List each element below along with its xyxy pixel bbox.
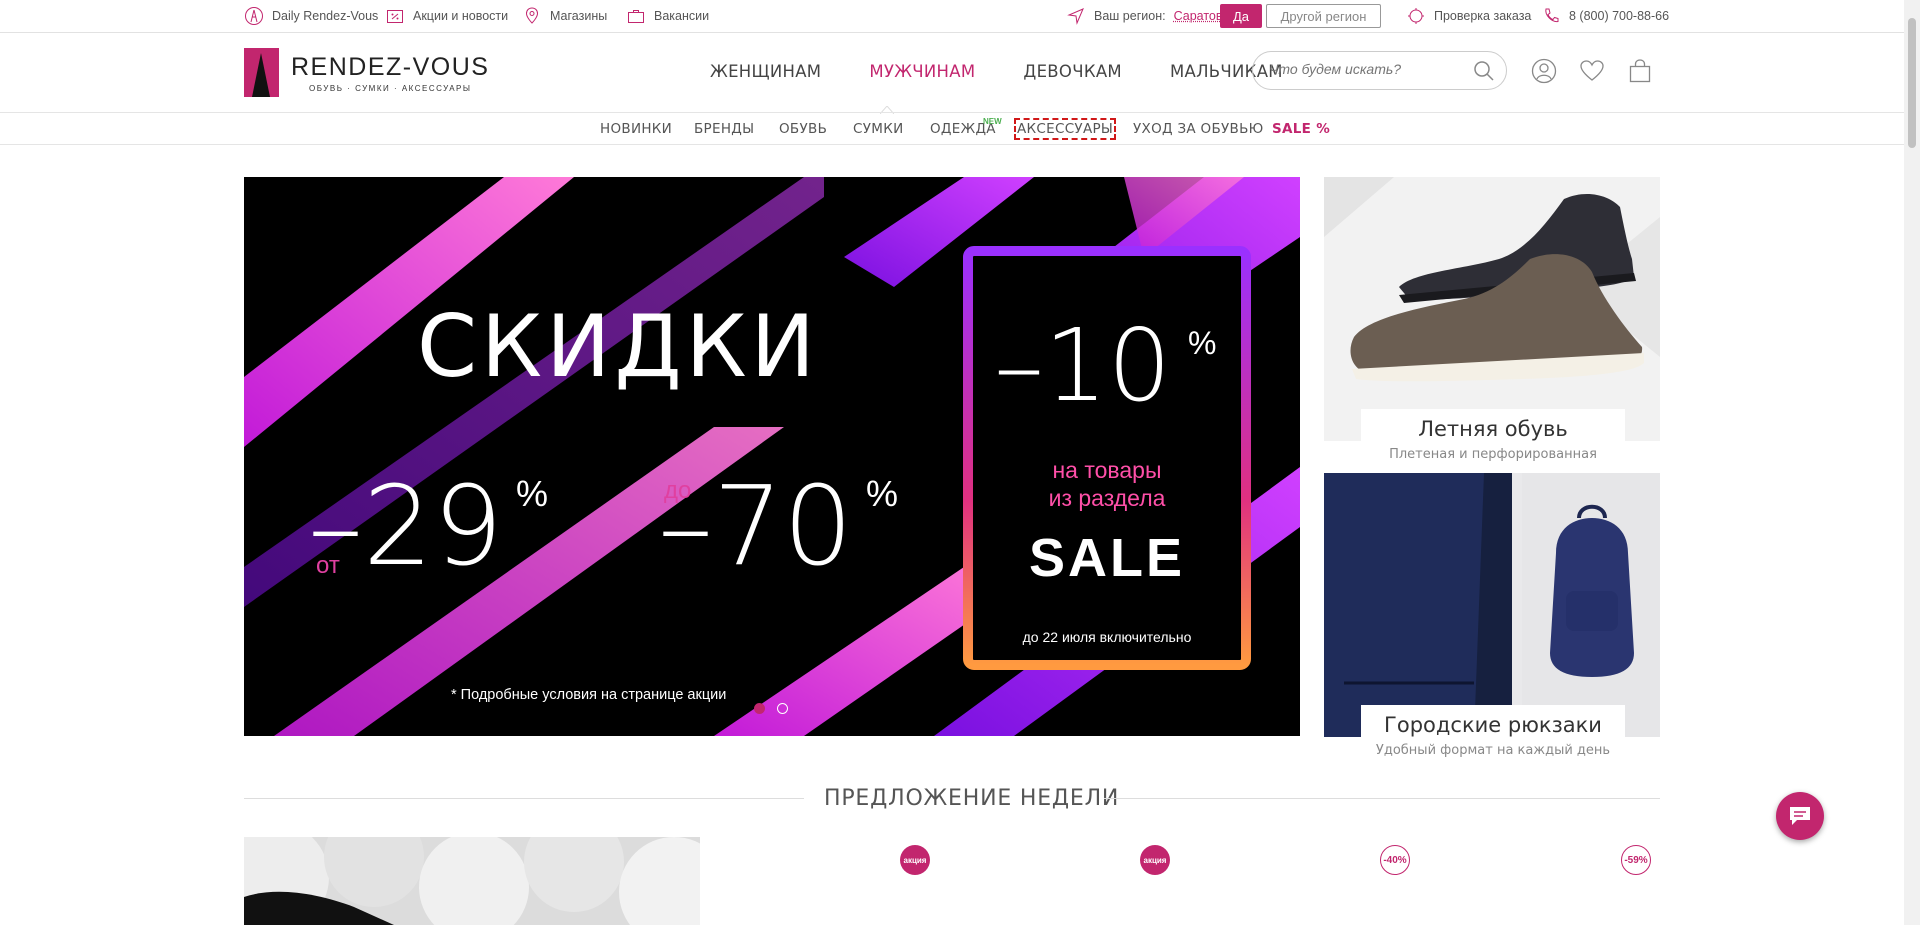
discount-badge-1: -40% bbox=[1380, 845, 1410, 875]
phone-number: 8 (800) 700-88-66 bbox=[1569, 9, 1670, 23]
site-logo[interactable]: RENDEZ-VOUS ОБУВЬ · СУМКИ · АКСЕССУАРЫ bbox=[244, 48, 489, 97]
promo-summer-shoes-subtitle: Плетеная и перфорированная bbox=[1389, 447, 1597, 462]
promo-badge-2: акция bbox=[1140, 845, 1170, 875]
section-title: ПРЕДЛОЖЕНИЕ НЕДЕЛИ bbox=[824, 786, 1120, 811]
subnav-bags[interactable]: СУМКИ bbox=[853, 121, 903, 137]
user-icon[interactable] bbox=[1531, 58, 1557, 84]
map-pin-icon bbox=[522, 6, 542, 26]
stores-link[interactable]: Магазины bbox=[522, 6, 607, 26]
percent-tag-icon bbox=[385, 6, 405, 26]
promo-backpacks-title: Городские рюкзаки bbox=[1384, 713, 1602, 737]
hero-box-sale: SALE bbox=[1028, 528, 1186, 588]
daily-label: Daily Rendez-Vous bbox=[272, 9, 379, 23]
carousel-dots bbox=[754, 703, 788, 714]
carousel-dot-2[interactable] bbox=[777, 703, 788, 714]
sub-nav: НОВИНКИ БРЕНДЫ ОБУВЬ СУМКИ ОДЕЖДА АКСЕСС… bbox=[0, 112, 1904, 145]
order-check-label: Проверка заказа bbox=[1434, 9, 1532, 23]
carousel-dot-1[interactable] bbox=[754, 703, 765, 714]
section-divider-left bbox=[244, 798, 804, 799]
region-label: Ваш регион: bbox=[1094, 9, 1166, 23]
hero-banner[interactable]: СКИДКИ от –29 % до –70 % –10 % на товары… bbox=[244, 177, 1300, 736]
product-image-featured[interactable] bbox=[244, 837, 700, 925]
stores-label: Магазины bbox=[550, 9, 608, 23]
hero-box-line2: из раздела bbox=[1048, 485, 1166, 511]
promo-backpacks-subtitle: Удобный формат на каждый день bbox=[1375, 743, 1611, 758]
subnav-shoe-care[interactable]: УХОД ЗА ОБУВЬЮ bbox=[1133, 121, 1264, 137]
section-divider-right bbox=[1104, 798, 1660, 799]
hero-box-line1: на товары bbox=[1052, 457, 1162, 483]
nav-women[interactable]: ЖЕНЩИНАМ bbox=[710, 62, 821, 81]
promo-summer-shoes-caption: Летняя обувь Плетеная и перфорированная bbox=[1361, 409, 1625, 462]
hero-box-percent: % bbox=[1188, 325, 1217, 361]
nav-men[interactable]: МУЖЧИНАМ bbox=[869, 62, 975, 81]
chat-bubble-icon bbox=[1790, 807, 1810, 825]
order-check-link[interactable]: Проверка заказа bbox=[1406, 6, 1531, 26]
hero-headline: СКИДКИ bbox=[417, 297, 820, 397]
daily-link[interactable]: Daily Rendez-Vous bbox=[244, 6, 378, 26]
subnav-sale[interactable]: SALE % bbox=[1272, 121, 1330, 137]
order-search-icon bbox=[1406, 6, 1426, 26]
promo-backpacks-caption: Городские рюкзаки Удобный формат на кажд… bbox=[1361, 705, 1625, 758]
eiffel-tower-icon bbox=[244, 6, 264, 26]
chat-button[interactable] bbox=[1776, 792, 1824, 840]
logo-name: RENDEZ-VOUS bbox=[291, 52, 490, 81]
promo-summer-shoes-image bbox=[1324, 177, 1660, 441]
search-box bbox=[1252, 51, 1507, 90]
cart-bag-icon[interactable] bbox=[1627, 58, 1653, 84]
discount-badge-2: -59% bbox=[1621, 845, 1651, 875]
subnav-new[interactable]: НОВИНКИ bbox=[600, 121, 672, 137]
page-scrollbar[interactable] bbox=[1904, 0, 1920, 925]
hero-from-percent: % bbox=[516, 473, 549, 514]
hero-upto-percent: % bbox=[866, 473, 899, 514]
hero-footnote: * Подробные условия на странице акции bbox=[451, 687, 727, 703]
heart-icon[interactable] bbox=[1579, 58, 1605, 84]
scrollbar-thumb[interactable] bbox=[1908, 18, 1916, 148]
region-confirm-button[interactable]: Да bbox=[1220, 4, 1262, 28]
phone-link[interactable]: 8 (800) 700-88-66 bbox=[1541, 6, 1669, 26]
promos-link[interactable]: Акции и новости bbox=[385, 6, 508, 26]
search-input[interactable] bbox=[1269, 61, 1469, 77]
phone-icon bbox=[1541, 6, 1561, 26]
hero-from-value: –29 bbox=[308, 462, 503, 590]
new-badge: NEW bbox=[983, 117, 1002, 126]
promos-label: Акции и новости bbox=[413, 9, 509, 23]
subnav-shoes[interactable]: ОБУВЬ bbox=[779, 121, 827, 137]
briefcase-icon bbox=[626, 6, 646, 26]
logo-tagline: ОБУВЬ · СУМКИ · АКСЕССУАРЫ bbox=[309, 83, 472, 93]
promo-summer-shoes-title: Летняя обувь bbox=[1418, 417, 1568, 441]
jobs-label: Вакансии bbox=[654, 9, 710, 23]
region-change-button[interactable]: Другой регион bbox=[1266, 4, 1381, 28]
promo-backpacks-image bbox=[1324, 473, 1660, 737]
main-nav: ЖЕНЩИНАМ МУЖЧИНАМ ДЕВОЧКАМ МАЛЬЧИКАМ bbox=[710, 62, 1331, 81]
subnav-brands[interactable]: БРЕНДЫ bbox=[694, 121, 754, 137]
promo-summer-shoes[interactable]: Летняя обувь Плетеная и перфорированная bbox=[1324, 177, 1660, 467]
nav-girls[interactable]: ДЕВОЧКАМ bbox=[1023, 62, 1122, 81]
promo-badge-1: акция bbox=[900, 845, 930, 875]
navigation-arrow-icon bbox=[1066, 6, 1086, 26]
logo-mark bbox=[244, 48, 279, 97]
hero-box-until: до 22 июля включительно bbox=[1022, 629, 1192, 645]
hero-upto-value: –70 bbox=[658, 462, 853, 590]
subnav-accessories[interactable]: АКСЕССУАРЫ bbox=[1013, 118, 1117, 140]
region-selector: Ваш регион: Саратов? bbox=[1066, 6, 1229, 26]
search-icon[interactable] bbox=[1472, 59, 1496, 83]
promo-backpacks[interactable]: Городские рюкзаки Удобный формат на кажд… bbox=[1324, 473, 1660, 763]
hero-box-value: –10 bbox=[994, 307, 1172, 424]
jobs-link[interactable]: Вакансии bbox=[626, 6, 709, 26]
